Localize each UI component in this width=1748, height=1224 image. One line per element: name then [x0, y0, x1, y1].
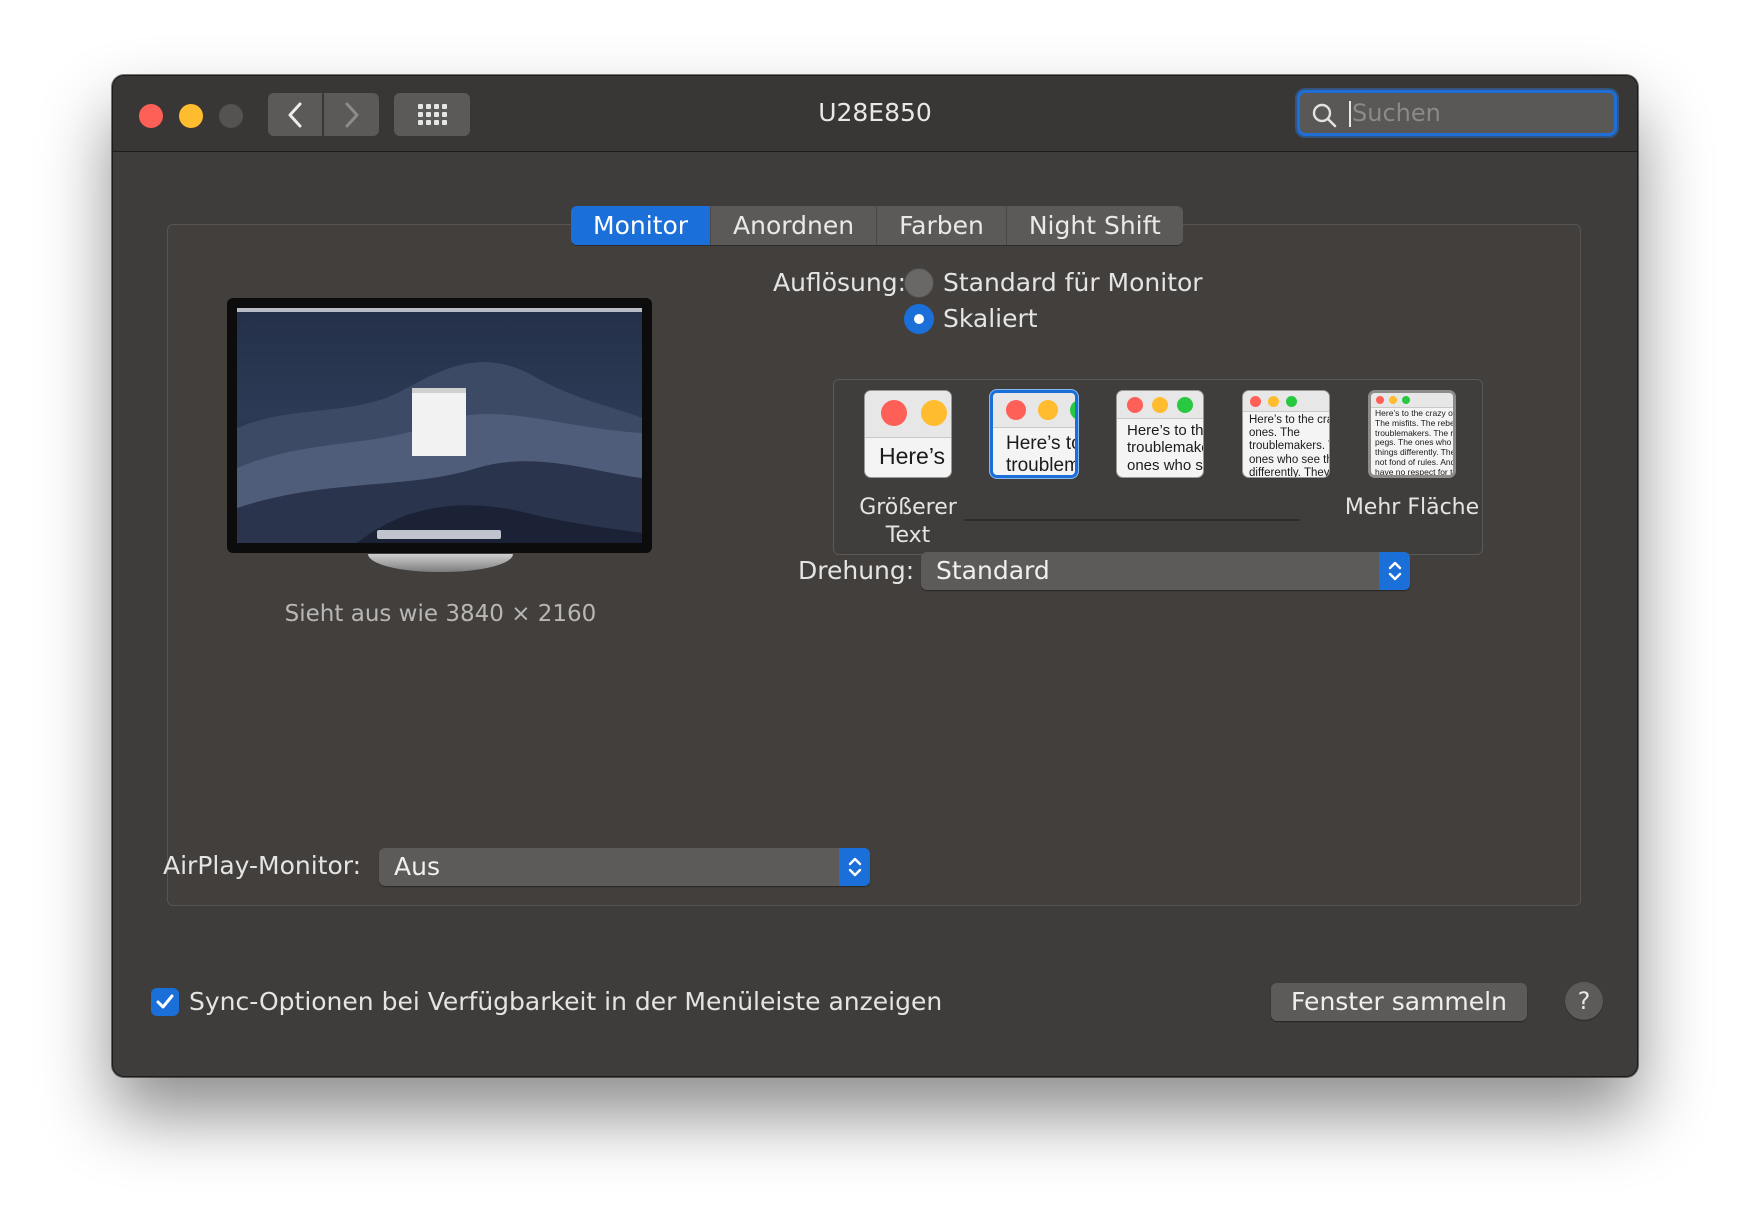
scale-preview-text-4: Here’s to the crazy ones. The troublemak…	[1249, 414, 1330, 478]
radio-standard[interactable]	[904, 268, 934, 298]
scale-label-right: Mehr Fläche	[1344, 495, 1480, 520]
monitor-screen	[237, 308, 642, 543]
airplay-value: Aus	[394, 852, 440, 881]
tab-bar: Monitor Anordnen Farben Night Shift	[571, 206, 1183, 245]
scale-preview-text-2: Here’s to the troublemakers.	[1006, 433, 1075, 476]
rotation-label: Drehung:	[798, 556, 915, 585]
chevron-up-down-icon	[1379, 552, 1410, 590]
resolution-label: Auflösung:	[773, 268, 906, 297]
sync-options-label[interactable]: Sync-Optionen bei Verfügbarkeit in der M…	[189, 987, 942, 1016]
title-bar: U28E850 Suchen	[113, 76, 1637, 152]
rotation-popup[interactable]: Standard	[921, 552, 1410, 590]
sync-options-checkbox[interactable]	[151, 988, 179, 1016]
airplay-label: AirPlay-Monitor:	[163, 851, 362, 880]
monitor-preview	[227, 298, 652, 553]
resolution-caption: Sieht aus wie 3840 × 2160	[284, 601, 597, 627]
checkmark-icon	[156, 994, 174, 1009]
scale-option-5[interactable]: Here’s to the crazy ones. The misfits. T…	[1368, 390, 1456, 478]
tab-night-shift[interactable]: Night Shift	[1005, 206, 1183, 245]
radio-scaled[interactable]	[904, 304, 934, 334]
search-icon	[1312, 103, 1337, 128]
gather-windows-button[interactable]: Fenster sammeln	[1271, 983, 1527, 1021]
search-placeholder: Suchen	[1352, 99, 1441, 127]
desktop-wallpaper	[237, 308, 642, 543]
scale-slider-track	[964, 519, 1300, 521]
scale-preview-text-1: Here’s	[879, 443, 946, 469]
chevron-up-down-icon	[839, 848, 870, 886]
search-field[interactable]: Suchen	[1297, 90, 1617, 136]
help-button[interactable]: ?	[1565, 982, 1603, 1020]
tab-anordnen[interactable]: Anordnen	[710, 206, 876, 245]
scale-option-1[interactable]: Here’s	[864, 390, 952, 478]
display-preferences-window: U28E850 Suchen Monitor Anordnen Farben N…	[112, 75, 1638, 1077]
scale-preview-text-3: Here’s to the troublemakers. The ones wh…	[1127, 422, 1204, 474]
scale-option-4[interactable]: Here’s to the crazy ones. The troublemak…	[1242, 390, 1330, 478]
text-cursor	[1349, 101, 1351, 127]
tab-monitor[interactable]: Monitor	[571, 206, 711, 245]
radio-scaled-label[interactable]: Skaliert	[943, 304, 1038, 333]
radio-standard-label[interactable]: Standard für Monitor	[943, 268, 1203, 297]
scale-label-left: Größerer Text	[859, 495, 957, 548]
rotation-value: Standard	[936, 556, 1050, 585]
scale-option-3[interactable]: Here’s to the troublemakers. The ones wh…	[1116, 390, 1204, 478]
scale-preview-text-5: Here’s to the crazy ones. The misfits. T…	[1375, 408, 1456, 477]
airplay-popup[interactable]: Aus	[379, 848, 870, 886]
scale-option-2[interactable]: Here’s to the troublemakers.	[990, 390, 1078, 478]
scale-options: Here’s Here’s to the troublemakers. Here…	[833, 379, 1483, 555]
tab-farben[interactable]: Farben	[876, 206, 1006, 245]
